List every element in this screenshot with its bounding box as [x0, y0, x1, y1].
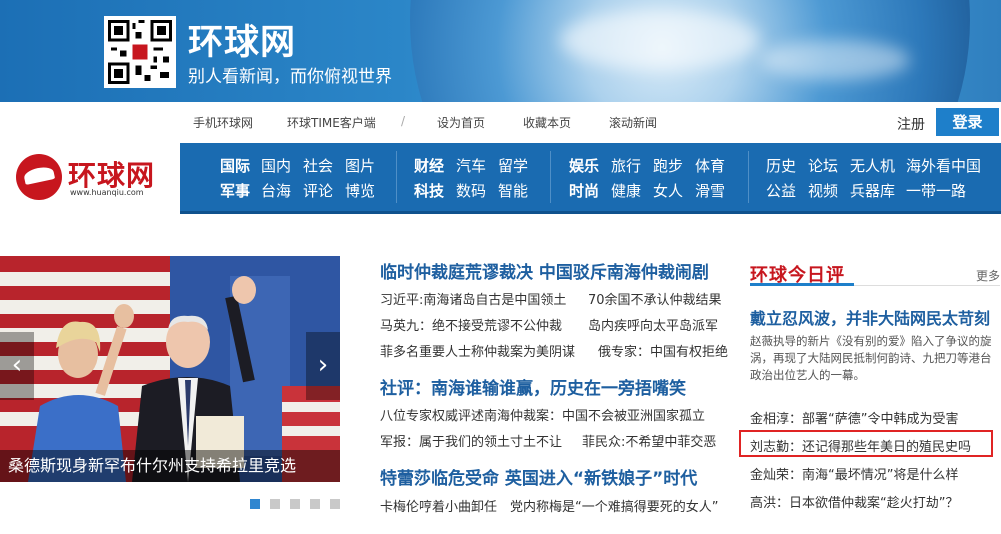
nav-item[interactable]: 海外看中国 [906, 155, 981, 176]
nav-item[interactable]: 评论 [303, 180, 333, 201]
nav-item[interactable]: 图片 [345, 155, 375, 176]
news-link[interactable]: 习近平:南海诸岛自古是中国领土 [380, 289, 566, 308]
banner-title: 环球网 [188, 23, 297, 63]
slider-photo [0, 256, 340, 482]
featured-comment-summary: 赵薇执导的新片《没有别的爱》陷入了争议的旋涡，再现了大陆网民抵制何韵诗、九把刀等… [750, 334, 992, 382]
nav-item[interactable]: 一带一路 [906, 180, 966, 201]
login-button[interactable]: 登录 [936, 108, 999, 136]
nav-item[interactable]: 体育 [695, 155, 725, 176]
qr-code-icon[interactable] [104, 16, 176, 88]
news-link[interactable]: 菲多名重要人士称仲裁案为美阴谋 [380, 341, 575, 360]
nav-item[interactable]: 科技 [414, 180, 444, 201]
nav-item[interactable]: 公益 [766, 180, 796, 201]
comment-link[interactable]: 金灿荣：南海“最坏情况”将是什么样 [750, 464, 958, 483]
nav-item[interactable]: 旅行 [611, 155, 641, 176]
news-line: 马英九：绝不接受荒谬不公仲裁 岛内疾呼向太平岛派军 [380, 315, 740, 334]
nav-item[interactable]: 博览 [345, 180, 375, 201]
comment-link[interactable]: 高洪：日本欲借仲裁案“趁火打劫”？ [750, 492, 958, 511]
logo-url: www.huanqiu.com [70, 188, 144, 197]
news-link[interactable]: 菲民众:不希望中菲交恶 [582, 431, 716, 450]
news-line: 习近平:南海诸岛自古是中国领土 70余国不承认仲裁结果 [380, 289, 740, 308]
news-line: 菲多名重要人士称仲裁案为美阴谋 俄专家：中国有权拒绝 [380, 341, 740, 360]
nav-item[interactable]: 军事 [220, 180, 250, 201]
news-line: 卡梅伦哼着小曲卸任 党内称梅是“一个难搞得要死的女人” [380, 496, 740, 515]
nav-item[interactable]: 兵器库 [850, 180, 895, 201]
top-banner: 环球网 别人看新闻，而你俯视世界 [0, 0, 1001, 102]
nav-item[interactable]: 女人 [653, 180, 683, 201]
highlight-box [739, 430, 993, 457]
nav-item[interactable]: 跑步 [653, 155, 683, 176]
nav-item[interactable]: 数码 [456, 180, 486, 201]
news-link[interactable]: 党内称梅是“一个难搞得要死的女人” [510, 496, 718, 515]
nav-item[interactable]: 滑雪 [695, 180, 725, 201]
nav-item[interactable]: 健康 [611, 180, 641, 201]
link-mobile-site[interactable]: 手机环球网 [193, 114, 253, 131]
news-line: 军报：属于我们的领土寸土不让 菲民众:不希望中菲交恶 [380, 431, 740, 450]
news-link[interactable]: 八位专家权威评述南海仲裁案：中国不会被亚洲国家孤立 [380, 405, 705, 424]
slider-dot[interactable] [290, 499, 300, 509]
nav-item[interactable]: 社会 [303, 155, 333, 176]
link-time-client[interactable]: 环球TIME客户端 [287, 114, 376, 131]
nav-item[interactable]: 财经 [414, 155, 444, 176]
news-link[interactable]: 卡梅伦哼着小曲卸任 [380, 496, 497, 515]
nav-item[interactable]: 时尚 [569, 180, 599, 201]
nav-divider [748, 151, 749, 203]
chevron-left-icon[interactable]: ‹ [0, 332, 34, 400]
eagle-logo-icon [16, 154, 62, 200]
site-logo[interactable]: 环球网 www.huanqiu.com [16, 154, 166, 200]
news-link[interactable]: 马英九：绝不接受荒谬不公仲裁 [380, 315, 562, 334]
headline-3[interactable]: 特蕾莎临危受命 英国进入“新铁娘子”时代 [380, 464, 697, 489]
news-link[interactable]: 俄专家：中国有权拒绝 [598, 341, 728, 360]
nav-item[interactable]: 论坛 [808, 155, 838, 176]
nav-divider [396, 151, 397, 203]
news-link[interactable]: 军报：属于我们的领土寸土不让 [380, 431, 562, 450]
header-underline [750, 283, 854, 286]
news-link[interactable]: 70余国不承认仲裁结果 [588, 289, 722, 308]
comment-link[interactable]: 金相淳：部署“萨德”令中韩成为受害 [750, 408, 958, 427]
nav-item[interactable]: 历史 [766, 155, 796, 176]
link-bookmark[interactable]: 收藏本页 [523, 114, 571, 131]
nav-item[interactable]: 智能 [498, 180, 528, 201]
more-link[interactable]: 更多 [976, 267, 1000, 284]
nav-item[interactable]: 娱乐 [569, 155, 599, 176]
news-link[interactable]: 岛内疾呼向太平岛派军 [588, 315, 718, 334]
nav-item[interactable]: 无人机 [850, 155, 895, 176]
slider-dot[interactable] [330, 499, 340, 509]
divider: / [401, 114, 406, 128]
featured-comment-title[interactable]: 戴立忍风波，并非大陆网民太苛刻 [750, 305, 990, 329]
nav-item[interactable]: 台海 [261, 180, 291, 201]
link-rolling-news[interactable]: 滚动新闻 [609, 114, 657, 131]
news-line: 八位专家权威评述南海仲裁案：中国不会被亚洲国家孤立 [380, 405, 740, 424]
slider-caption[interactable]: 桑德斯现身新罕布什尔州支持希拉里竞选 [0, 450, 340, 482]
link-set-homepage[interactable]: 设为首页 [437, 114, 485, 131]
nav-divider [550, 151, 551, 203]
today-comment-header: 环球今日评 更多 [750, 255, 1000, 286]
headline-1[interactable]: 临时仲裁庭荒谬裁决 中国驳斥南海仲裁闹剧 [380, 258, 709, 283]
nav-item[interactable]: 国内 [261, 155, 291, 176]
register-link[interactable]: 注册 [897, 114, 925, 134]
nav-item[interactable]: 国际 [220, 155, 250, 176]
slider-dot-active[interactable] [250, 499, 260, 509]
photo-slider[interactable]: ‹ › 桑德斯现身新罕布什尔州支持希拉里竞选 [0, 256, 340, 482]
banner-slogan: 别人看新闻，而你俯视世界 [188, 67, 392, 87]
nav-item[interactable]: 视频 [808, 180, 838, 201]
nav-item[interactable]: 留学 [498, 155, 528, 176]
slider-dot[interactable] [310, 499, 320, 509]
headline-2[interactable]: 社评：南海谁输谁赢，历史在一旁捂嘴笑 [380, 374, 686, 399]
chevron-right-icon[interactable]: › [306, 332, 340, 400]
main-nav: 国际 国内 社会 图片 财经 汽车 留学 娱乐 旅行 跑步 体育 历史 论坛 无… [180, 143, 1001, 214]
slider-dot[interactable] [270, 499, 280, 509]
nav-item[interactable]: 汽车 [456, 155, 486, 176]
